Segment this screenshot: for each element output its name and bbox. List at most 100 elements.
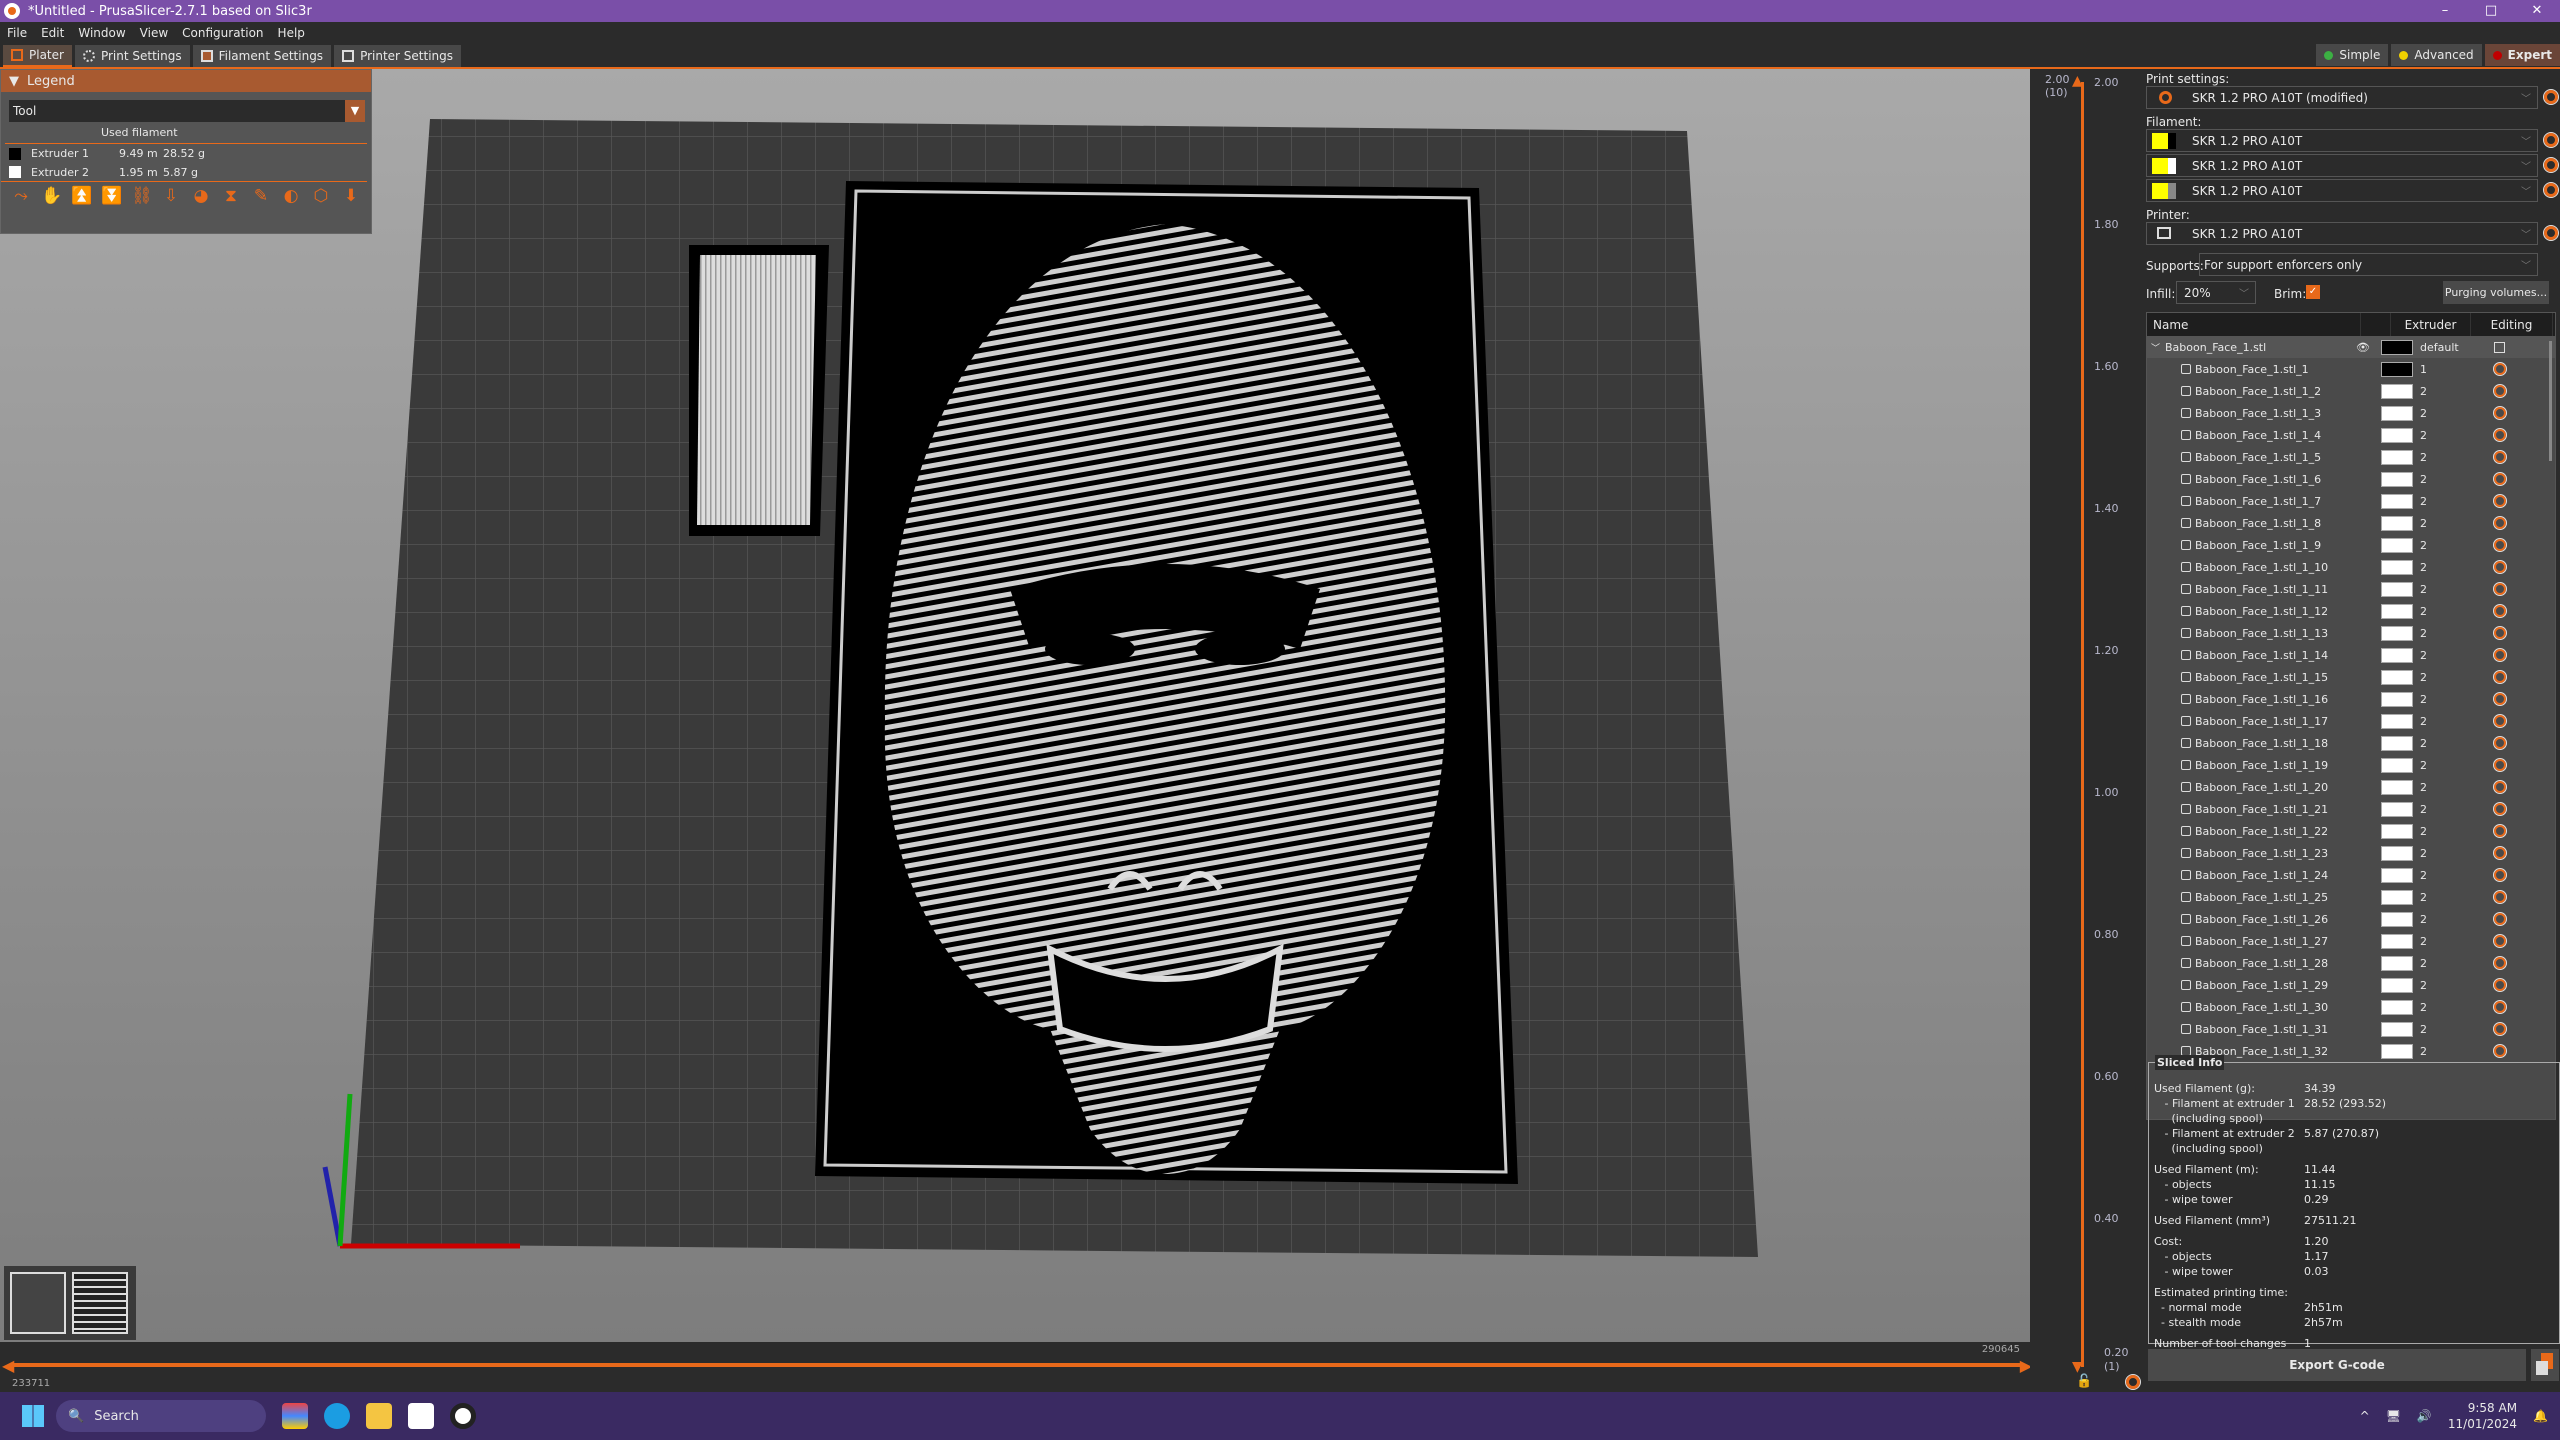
minimize-button[interactable]: – — [2422, 0, 2468, 22]
prusaslicer-taskbar-icon[interactable] — [450, 1403, 476, 1429]
windows-start-icon[interactable] — [22, 1405, 44, 1427]
settings-gear-icon[interactable] — [2493, 362, 2507, 376]
extruder-value[interactable]: 2 — [2420, 627, 2427, 640]
network-icon[interactable]: 🖥 — [2386, 1409, 2401, 1423]
settings-gear-icon[interactable] — [2493, 714, 2507, 728]
part-row[interactable]: Baboon_Face_1.stl_1_12 2 — [2147, 600, 2555, 622]
custom-gcode-icon[interactable]: ✎ — [251, 186, 271, 208]
settings-gear-icon[interactable] — [2493, 758, 2507, 772]
copilot-icon[interactable] — [282, 1403, 308, 1429]
menu-view[interactable]: View — [133, 26, 175, 40]
extruder-value[interactable]: 2 — [2420, 979, 2427, 992]
eye-icon[interactable]: 👁 — [2356, 341, 2370, 354]
part-row[interactable]: Baboon_Face_1.stl_1_26 2 — [2147, 908, 2555, 930]
part-row[interactable]: Baboon_Face_1.stl_1_9 2 — [2147, 534, 2555, 556]
settings-gear-icon[interactable] — [2493, 692, 2507, 706]
settings-gear-icon[interactable] — [2493, 912, 2507, 926]
extruder-value[interactable]: 2 — [2420, 957, 2427, 970]
tab-printer-settings[interactable]: Printer Settings — [334, 45, 462, 67]
pause-icon[interactable]: ⧗ — [221, 186, 241, 208]
extruder-value[interactable]: 2 — [2420, 891, 2427, 904]
purging-volumes-button[interactable]: Purging volumes... — [2443, 281, 2549, 304]
settings-gear-icon[interactable] — [2493, 560, 2507, 574]
part-row[interactable]: Baboon_Face_1.stl_1_6 2 — [2147, 468, 2555, 490]
extruder-value[interactable]: 2 — [2420, 671, 2427, 684]
extruder-value[interactable]: 2 — [2420, 429, 2427, 442]
part-row[interactable]: Baboon_Face_1.stl_1_31 2 — [2147, 1018, 2555, 1040]
settings-gear-icon[interactable] — [2493, 1044, 2507, 1058]
settings-gear-icon[interactable] — [2493, 978, 2507, 992]
extruder-value[interactable]: 1 — [2420, 363, 2427, 376]
part-row[interactable]: Baboon_Face_1.stl_1_16 2 — [2147, 688, 2555, 710]
edge-icon[interactable] — [324, 1403, 350, 1429]
extruder-value[interactable]: 2 — [2420, 869, 2427, 882]
menu-edit[interactable]: Edit — [34, 26, 71, 40]
part-row[interactable]: Baboon_Face_1.stl_1_13 2 — [2147, 622, 2555, 644]
settings-gear-icon[interactable] — [2493, 450, 2507, 464]
close-button[interactable]: ✕ — [2514, 0, 2560, 22]
part-row[interactable]: Baboon_Face_1.stl_1_27 2 — [2147, 930, 2555, 952]
extruder-value[interactable]: 2 — [2420, 517, 2427, 530]
settings-gear-icon[interactable] — [2493, 406, 2507, 420]
part-row[interactable]: Baboon_Face_1.stl_1_5 2 — [2147, 446, 2555, 468]
settings-gear-icon[interactable] — [2493, 824, 2507, 838]
tab-print-settings[interactable]: Print Settings — [74, 45, 190, 67]
part-row[interactable]: Baboon_Face_1.stl_1_3 2 — [2147, 402, 2555, 424]
left-thumb-icon[interactable]: ◀ — [2, 1356, 14, 1375]
filament-combo-1[interactable]: SKR 1.2 PRO A10T ﹀ — [2146, 129, 2538, 152]
legend-header[interactable]: ▼ Legend — [1, 70, 371, 92]
filament-3-edit-icon[interactable] — [2543, 182, 2559, 198]
store-icon[interactable] — [408, 1403, 434, 1429]
wipe-icon[interactable]: ✋ — [41, 186, 62, 208]
extruder-value[interactable]: 2 — [2420, 583, 2427, 596]
file-explorer-icon[interactable] — [366, 1403, 392, 1429]
bottom-thumb-icon[interactable]: ▼ — [2072, 1359, 2083, 1375]
filament-combo-3[interactable]: SKR 1.2 PRO A10T ﹀ — [2146, 179, 2538, 202]
extruder-value[interactable]: 2 — [2420, 847, 2427, 860]
part-row[interactable]: Baboon_Face_1.stl_1_19 2 — [2147, 754, 2555, 776]
extruder-value[interactable]: 2 — [2420, 1045, 2427, 1058]
extruder-value[interactable]: 2 — [2420, 803, 2427, 816]
settings-gear-icon[interactable] — [2493, 582, 2507, 596]
part-row[interactable]: Baboon_Face_1.stl_1_4 2 — [2147, 424, 2555, 446]
part-row[interactable]: Baboon_Face_1.stl_1_25 2 — [2147, 886, 2555, 908]
part-row[interactable]: Baboon_Face_1.stl_1_17 2 — [2147, 710, 2555, 732]
view-type-select[interactable]: Tool ▼ — [9, 100, 365, 122]
part-row[interactable]: Baboon_Face_1.stl_1_23 2 — [2147, 842, 2555, 864]
deretractions-icon[interactable]: ⏬ — [101, 186, 122, 208]
extruder-value[interactable]: 2 — [2420, 1023, 2427, 1036]
chevron-up-icon[interactable]: ^ — [2360, 1409, 2370, 1423]
printer-edit-icon[interactable] — [2543, 225, 2559, 241]
extruder-value[interactable]: 2 — [2420, 1001, 2427, 1014]
menu-help[interactable]: Help — [271, 26, 312, 40]
extruder-value[interactable]: 2 — [2420, 781, 2427, 794]
layers-view-icon[interactable] — [72, 1272, 128, 1334]
settings-gear-icon[interactable] — [2493, 626, 2507, 640]
extruder-value[interactable]: 2 — [2420, 825, 2427, 838]
extruder-value[interactable]: 2 — [2420, 473, 2427, 486]
extruder-value[interactable]: 2 — [2420, 649, 2427, 662]
shells-icon[interactable]: ⬡ — [311, 186, 331, 208]
center-of-gravity-icon[interactable]: ◐ — [281, 186, 301, 208]
settings-gear-icon[interactable] — [2493, 934, 2507, 948]
extruder-value[interactable]: 2 — [2420, 737, 2427, 750]
settings-gear-icon[interactable] — [2493, 1000, 2507, 1014]
export-gcode-button[interactable]: Export G-code — [2148, 1349, 2526, 1381]
settings-gear-icon[interactable] — [2493, 384, 2507, 398]
column-name[interactable]: Name — [2147, 313, 2361, 336]
settings-gear-icon[interactable] — [2493, 1022, 2507, 1036]
volume-icon[interactable]: 🔊 — [2417, 1409, 2432, 1423]
tab-plater[interactable]: Plater — [3, 45, 72, 67]
object-row[interactable]: ﹀ Baboon_Face_1.stl 👁 default — [2147, 336, 2555, 358]
part-row[interactable]: Baboon_Face_1.stl_1_11 2 — [2147, 578, 2555, 600]
extruder-value[interactable]: 2 — [2420, 913, 2427, 926]
extruder-value[interactable]: 2 — [2420, 715, 2427, 728]
filament-2-edit-icon[interactable] — [2543, 157, 2559, 173]
extruder-value[interactable]: 2 — [2420, 605, 2427, 618]
settings-gear-icon[interactable] — [2493, 736, 2507, 750]
clock[interactable]: 9:58 AM 11/01/2024 — [2448, 1400, 2517, 1432]
settings-gear-icon[interactable] — [2493, 472, 2507, 486]
part-row[interactable]: Baboon_Face_1.stl_1_8 2 — [2147, 512, 2555, 534]
settings-gear-icon[interactable] — [2493, 956, 2507, 970]
extruder-value[interactable]: 2 — [2420, 495, 2427, 508]
